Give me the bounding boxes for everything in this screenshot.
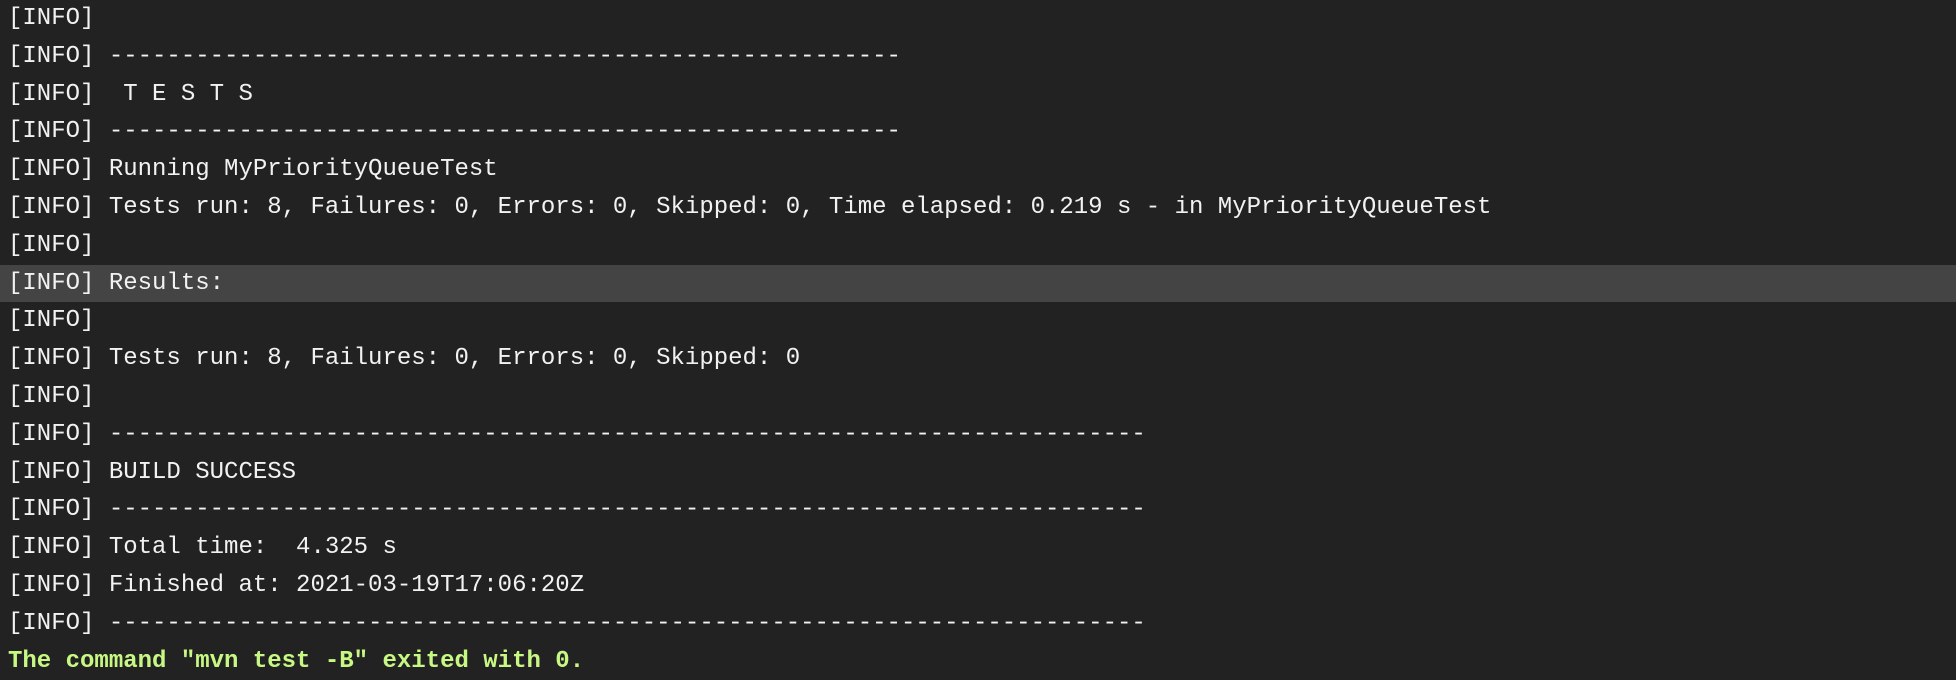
- log-line-finished-at: [INFO] Finished at: 2021-03-19T17:06:20Z: [8, 571, 585, 599]
- log-separator: [INFO] ---------------------------------…: [8, 420, 1146, 448]
- log-line-results-summary: [INFO] Tests run: 8, Failures: 0, Errors…: [8, 345, 801, 373]
- log-line-test-summary: [INFO] Tests run: 8, Failures: 0, Errors…: [8, 193, 1492, 221]
- log-line-build-success: [INFO] BUILD SUCCESS: [8, 458, 297, 486]
- log-line: [INFO]: [8, 382, 95, 410]
- log-line-total-time: [INFO] Total time: 4.325 s: [8, 534, 397, 562]
- log-line: [INFO]: [8, 307, 95, 335]
- log-line: [INFO]: [8, 231, 95, 259]
- log-line-running: [INFO] Running MyPriorityQueueTest: [8, 156, 498, 184]
- terminal-output[interactable]: [INFO] [INFO] --------------------------…: [0, 0, 1956, 680]
- log-separator: [INFO] ---------------------------------…: [8, 42, 901, 70]
- log-line: [INFO]: [8, 5, 95, 32]
- log-line-tests-header: [INFO] T E S T S: [8, 80, 253, 108]
- exit-status-message: The command "mvn test -B" exited with 0.: [8, 647, 585, 675]
- log-line-results-highlighted: [INFO] Results:: [0, 264, 1956, 303]
- log-separator: [INFO] ---------------------------------…: [8, 496, 1146, 524]
- log-separator: [INFO] ---------------------------------…: [8, 609, 1146, 637]
- log-separator: [INFO] ---------------------------------…: [8, 118, 901, 146]
